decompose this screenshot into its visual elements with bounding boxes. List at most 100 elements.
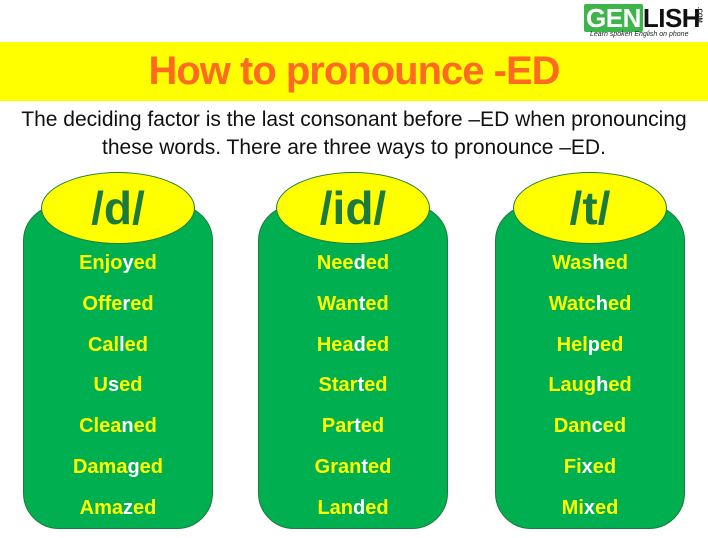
word-prefix: Star xyxy=(318,374,358,397)
word-prefix: U xyxy=(93,374,108,397)
word-highlight-consonant: c xyxy=(591,415,603,438)
word-prefix: Hel xyxy=(556,333,588,356)
page-title: How to pronounce -ED xyxy=(148,49,560,93)
word-prefix: Dan xyxy=(553,415,592,438)
word-prefix: Mi xyxy=(561,496,584,519)
word-prefix: Lan xyxy=(317,496,353,519)
word-suffix: ed xyxy=(608,374,632,397)
word-item: Damaged xyxy=(73,456,163,497)
word-highlight-consonant: p xyxy=(587,333,600,356)
word-suffix: ed xyxy=(139,455,164,478)
word-suffix: ed xyxy=(607,292,632,315)
word-prefix: Clea xyxy=(79,415,122,438)
word-highlight-consonant: h xyxy=(592,252,605,274)
word-highlight-consonant: x xyxy=(583,496,595,519)
word-suffix: ed xyxy=(595,496,619,519)
word-highlight-consonant: z xyxy=(123,496,133,519)
word-item: Landed xyxy=(317,497,388,538)
word-prefix: Ama xyxy=(79,496,123,519)
explanation-text: The deciding factor is the last consonan… xyxy=(0,106,708,162)
word-item: Called xyxy=(88,334,148,375)
column-id: /id/ Needed Wanted Headed Started Parted Gran… xyxy=(258,172,450,530)
word-suffix: ed xyxy=(592,455,617,478)
word-highlight-consonant: h xyxy=(595,292,608,315)
word-highlight-consonant: t xyxy=(361,455,368,478)
word-suffix: ed xyxy=(360,415,385,438)
word-prefix: Par xyxy=(321,415,355,438)
word-suffix: ed xyxy=(119,374,143,397)
word-suffix: ed xyxy=(133,415,157,438)
word-item: Headed xyxy=(317,334,389,375)
word-suffix: ed xyxy=(368,455,392,478)
logo-wordmark: GENLISH xyxy=(584,3,701,33)
word-item: Fixed xyxy=(564,456,616,497)
word-item: Danced xyxy=(554,415,626,456)
word-highlight-consonant: n xyxy=(121,415,134,438)
word-list: Washed Watched Helped Laughed Danced Fixed Mix… xyxy=(495,252,685,538)
word-item: Parted xyxy=(322,415,384,456)
word-suffix: ed xyxy=(133,496,157,519)
word-prefix: Wan xyxy=(317,292,359,315)
explanation-line-2: these words. There are three ways to pro… xyxy=(102,136,606,159)
word-prefix: Cal xyxy=(87,333,120,356)
word-suffix: ed xyxy=(365,252,390,274)
word-prefix: Was xyxy=(552,252,593,274)
genlish-logo: GENLISH .COM Learn spoken English on pho… xyxy=(584,4,702,40)
word-suffix: ed xyxy=(604,252,628,274)
word-item: Used xyxy=(94,374,143,415)
word-suffix: ed xyxy=(130,292,154,315)
sound-label: /id/ xyxy=(319,182,387,234)
word-prefix: Nee xyxy=(316,252,354,274)
sound-label: /d/ xyxy=(91,182,145,234)
word-highlight-consonant: d xyxy=(353,333,366,356)
word-highlight-consonant: t xyxy=(354,415,361,438)
word-suffix: ed xyxy=(365,333,390,356)
word-item: Laughed xyxy=(548,374,631,415)
word-suffix: ed xyxy=(124,333,149,356)
word-prefix: Enjo xyxy=(79,252,123,274)
sound-label: /t/ xyxy=(569,182,611,234)
title-banner: How to pronounce -ED xyxy=(0,42,708,101)
sound-ellipse: /t/ xyxy=(513,172,667,244)
word-prefix: Laug xyxy=(548,374,597,397)
word-suffix: ed xyxy=(364,374,388,397)
explanation-line-1: The deciding factor is the last consonan… xyxy=(21,108,687,131)
word-highlight-consonant: s xyxy=(107,374,120,397)
word-item: Amazed xyxy=(80,497,157,538)
word-item: Mixed xyxy=(562,497,619,538)
word-highlight-consonant: d xyxy=(353,496,366,519)
word-highlight-consonant: d xyxy=(353,252,366,274)
sound-ellipse: /d/ xyxy=(41,172,195,244)
sound-ellipse: /id/ xyxy=(276,172,430,244)
word-prefix: Dama xyxy=(72,455,128,478)
word-suffix: ed xyxy=(365,292,389,315)
word-item: Started xyxy=(319,374,388,415)
word-item: Cleaned xyxy=(79,415,157,456)
word-item: Watched xyxy=(549,293,632,334)
word-suffix: ed xyxy=(600,333,624,356)
word-prefix: Fi xyxy=(563,455,582,478)
word-prefix: Hea xyxy=(316,333,354,356)
word-prefix: Offe xyxy=(82,292,123,315)
word-suffix: ed xyxy=(133,252,157,274)
word-item: Enjoyed xyxy=(79,252,157,293)
word-item: Granted xyxy=(315,456,392,497)
word-highlight-consonant: y xyxy=(122,252,134,274)
word-highlight-consonant: x xyxy=(581,455,593,478)
column-t: /t/ Washed Watched Helped Laughed Danced Fixe… xyxy=(495,172,687,530)
word-item: Offered xyxy=(82,293,153,334)
logo-domain-suffix: .COM xyxy=(696,7,702,23)
logo-tagline: Learn spoken English on phone xyxy=(590,31,689,38)
word-item: Helped xyxy=(557,334,624,375)
word-item: Wanted xyxy=(317,293,389,334)
logo-gen: GEN xyxy=(584,3,643,33)
word-list: Needed Wanted Headed Started Parted Granted La… xyxy=(258,252,448,538)
word-prefix: Watc xyxy=(548,292,596,315)
word-suffix: ed xyxy=(365,496,389,519)
word-list: Enjoyed Offered Called Used Cleaned Damaged Am… xyxy=(23,252,213,538)
word-highlight-consonant: g xyxy=(127,455,140,478)
word-prefix: Gran xyxy=(314,455,362,478)
word-item: Needed xyxy=(317,252,389,293)
column-d: /d/ Enjoyed Offered Called Used Cleaned Damag… xyxy=(23,172,215,530)
word-highlight-consonant: h xyxy=(596,374,609,397)
